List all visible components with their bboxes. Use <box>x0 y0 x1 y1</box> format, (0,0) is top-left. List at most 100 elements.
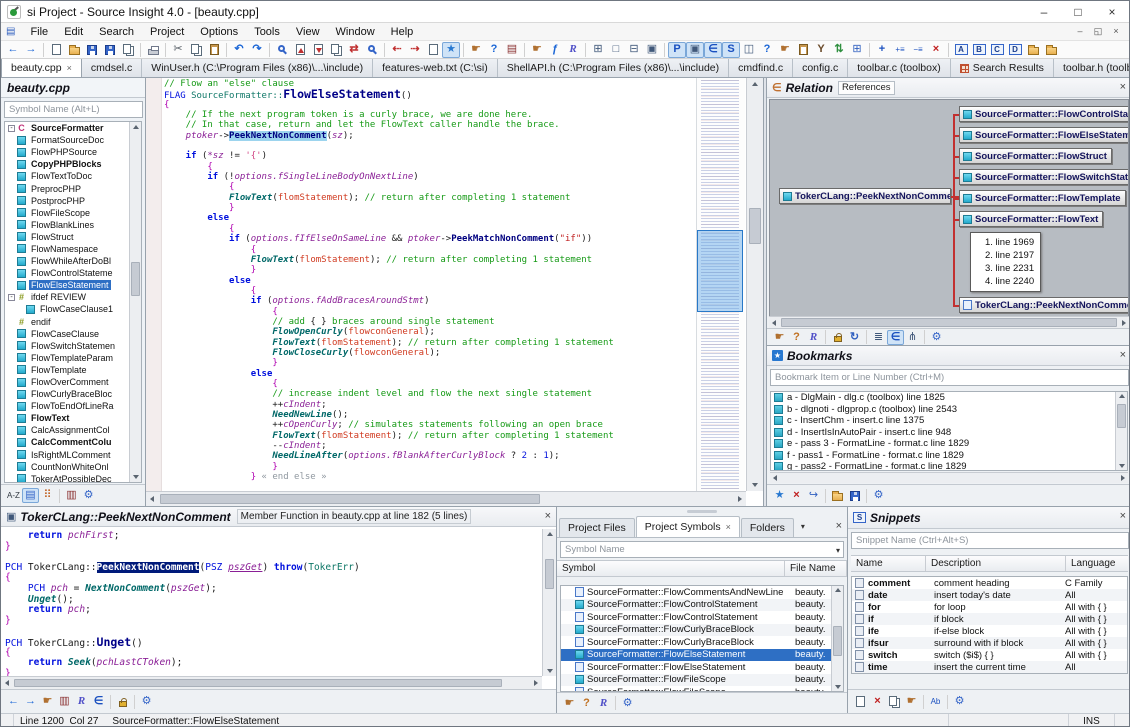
project-tab-chevron-icon[interactable]: ▾ <box>797 515 809 537</box>
project-symbol-row[interactable]: SourceFormatter::FlowElseStatementbeauty… <box>561 661 843 674</box>
reference-line-item[interactable]: 3. line 2231 <box>985 262 1034 275</box>
reference-line-item[interactable]: 2. line 2197 <box>985 249 1034 262</box>
next-link-icon[interactable]: ⇢ <box>406 42 424 58</box>
tab-config.c[interactable]: config.c <box>793 59 848 77</box>
symbol-item[interactable]: -CSourceFormatter <box>5 122 141 134</box>
refresh-icon[interactable]: ↻ <box>846 330 863 345</box>
relation-node[interactable]: TokerCLang::PeekNextNonComment <box>959 297 1129 313</box>
view-snippet-icon[interactable] <box>886 694 903 709</box>
project-symbol-name-input[interactable] <box>560 541 844 558</box>
tab-toolbar.c[interactable]: toolbar.c (toolbox) <box>848 59 950 77</box>
maximize-button[interactable]: □ <box>1061 1 1095 22</box>
tree-expander-icon[interactable]: - <box>8 125 15 132</box>
insert-snippet-text-icon[interactable]: Ab <box>927 694 944 709</box>
save-as-icon[interactable] <box>101 42 119 58</box>
back-icon[interactable]: ← <box>4 42 22 58</box>
snippets-window-icon[interactable]: S <box>722 42 740 58</box>
minimap-viewport[interactable] <box>697 230 743 312</box>
search-forward-icon[interactable] <box>309 42 327 58</box>
snippet-row[interactable]: dateinsert today's dateAll <box>852 589 1127 601</box>
context-horizontal-scrollbar[interactable] <box>1 676 542 689</box>
bookmark-item[interactable]: a - DlgMain - dlg.c (toolbox) line 1825 <box>771 392 1127 404</box>
tab-search[interactable]: Search Results <box>951 59 1054 77</box>
compare-files-icon[interactable]: ⇅ <box>830 42 848 58</box>
symbol-item[interactable]: FlowTemplateParam <box>5 352 141 364</box>
project-drag-grip[interactable] <box>557 507 847 515</box>
symbol-item[interactable]: FlowFileScope <box>5 207 141 219</box>
project-window-icon[interactable]: P <box>668 42 686 58</box>
style-c-icon[interactable]: C <box>988 42 1006 58</box>
context-book-icon[interactable]: ▥ <box>56 694 73 709</box>
symbol-item[interactable]: FlowStruct <box>5 231 141 243</box>
project-symbol-row[interactable]: SourceFormatter::FlowControlStatementbea… <box>561 599 843 612</box>
delete-snippet-icon[interactable]: × <box>869 694 886 709</box>
snippet-row[interactable]: ifeif-else blockAll with { } <box>852 625 1127 637</box>
outline-view-icon[interactable]: ≣ <box>870 330 887 345</box>
relation-close-icon[interactable]: × <box>1120 81 1126 93</box>
forward-icon[interactable]: → <box>22 42 40 58</box>
relation-help-icon[interactable]: ? <box>788 330 805 345</box>
clip-window-icon[interactable]: ◫ <box>740 42 758 58</box>
menu-file[interactable]: File <box>22 23 56 41</box>
symbol-item[interactable]: FormatSourceDoc <box>5 134 141 146</box>
search-icon[interactable] <box>273 42 291 58</box>
project-macro-icon[interactable]: R <box>595 696 612 711</box>
symbol-item[interactable]: FlowElseStatement <box>5 279 141 291</box>
snippets-close-icon[interactable]: × <box>1120 510 1126 522</box>
clipboard-window-icon[interactable] <box>794 42 812 58</box>
project-symbol-row[interactable]: SourceFormatter::FlowControlStatementbea… <box>561 611 843 624</box>
code-editor[interactable]: // Flow an "else" clauseFLAG SourceForma… <box>146 78 764 506</box>
symbol-item[interactable]: FlowTextToDoc <box>5 170 141 182</box>
reference-line-item[interactable]: 1. line 1969 <box>985 236 1034 249</box>
symbol-item[interactable]: FlowBlankLines <box>5 219 141 231</box>
symbol-item[interactable]: CalcAssignmentCol <box>5 424 141 436</box>
reference-line-item[interactable]: 4. line 2240 <box>985 275 1034 288</box>
context-back-icon[interactable]: ← <box>5 694 22 709</box>
symbol-item[interactable]: PostprocPHP <box>5 195 141 207</box>
symbol-item[interactable]: CountNonWhiteOnl <box>5 461 141 473</box>
relation-node[interactable]: SourceFormatter::FlowTemplate <box>959 190 1126 206</box>
symbol-window-toggle-icon[interactable]: ☛ <box>528 42 546 58</box>
snippet-settings-icon[interactable]: ⚙ <box>951 694 968 709</box>
minimize-button[interactable]: – <box>1027 1 1061 22</box>
snippet-row[interactable]: switchswitch ($i$) { }All with { } <box>852 649 1127 661</box>
bookmark-item[interactable]: f - pass1 - FormatLine - format.c line 1… <box>771 450 1127 462</box>
symbol-filter-icon[interactable]: ⠿ <box>39 488 56 503</box>
snippet-name-input[interactable] <box>851 532 1129 549</box>
previous-link-icon[interactable]: ⇠ <box>388 42 406 58</box>
bookmark-item[interactable]: b - dlgnoti - dlgprop.c (toolbox) line 2… <box>771 404 1127 416</box>
relation-node[interactable]: SourceFormatter::FlowStruct <box>959 148 1112 164</box>
window-cascade-icon[interactable]: ▣ <box>643 42 661 58</box>
symbol-item[interactable]: CopyPHPBlocks <box>5 158 141 170</box>
project-help-icon[interactable]: ? <box>578 696 595 711</box>
remove-list-icon[interactable]: −≡ <box>909 42 927 58</box>
window-split-icon[interactable]: ⊟ <box>625 42 643 58</box>
symbol-item[interactable]: IsRightMLComment <box>5 449 141 461</box>
symbol-name-input[interactable] <box>4 101 143 118</box>
new-snippet-icon[interactable] <box>852 694 869 709</box>
close-button[interactable]: × <box>1095 1 1129 22</box>
symbol-list-scrollbar[interactable] <box>129 122 141 482</box>
relation-macro-icon[interactable]: R <box>805 330 822 345</box>
tab-features-web.txt[interactable]: features-web.txt (C:\si) <box>373 59 498 77</box>
list-view-icon[interactable]: ▤ <box>22 488 39 503</box>
snippets-column-headers[interactable]: Name Description Language <box>851 555 1128 572</box>
context-forward-icon[interactable]: → <box>22 694 39 709</box>
bookmarks-toggle-icon[interactable]: ★ <box>442 42 460 58</box>
cut-icon[interactable]: ✂ <box>169 42 187 58</box>
style-folder-icon[interactable] <box>1024 42 1042 58</box>
symbol-item[interactable]: FlowWhileAfterDoBl <box>5 255 141 267</box>
snippet-row[interactable]: timeinsert the current timeAll <box>852 661 1127 673</box>
relation-reference-lines[interactable]: 1. line 19692. line 21973. line 22314. l… <box>970 232 1041 292</box>
redo-icon[interactable]: ↷ <box>248 42 266 58</box>
project-settings-icon[interactable]: ⚙ <box>619 696 636 711</box>
window-single-icon[interactable]: □ <box>607 42 625 58</box>
menu-view[interactable]: View <box>288 23 328 41</box>
context-window-icon[interactable]: ▣ <box>686 42 704 58</box>
tab-cmdfind.c[interactable]: cmdfind.c <box>729 59 793 77</box>
merge-windows-icon[interactable]: Y <box>812 42 830 58</box>
undo-icon[interactable]: ↶ <box>230 42 248 58</box>
project-symbol-row[interactable]: SourceFormatter::FlowCommentsAndNewLineb… <box>561 586 843 599</box>
style-b-icon[interactable]: B <box>970 42 988 58</box>
symbol-item[interactable]: FlowOverComment <box>5 376 141 388</box>
